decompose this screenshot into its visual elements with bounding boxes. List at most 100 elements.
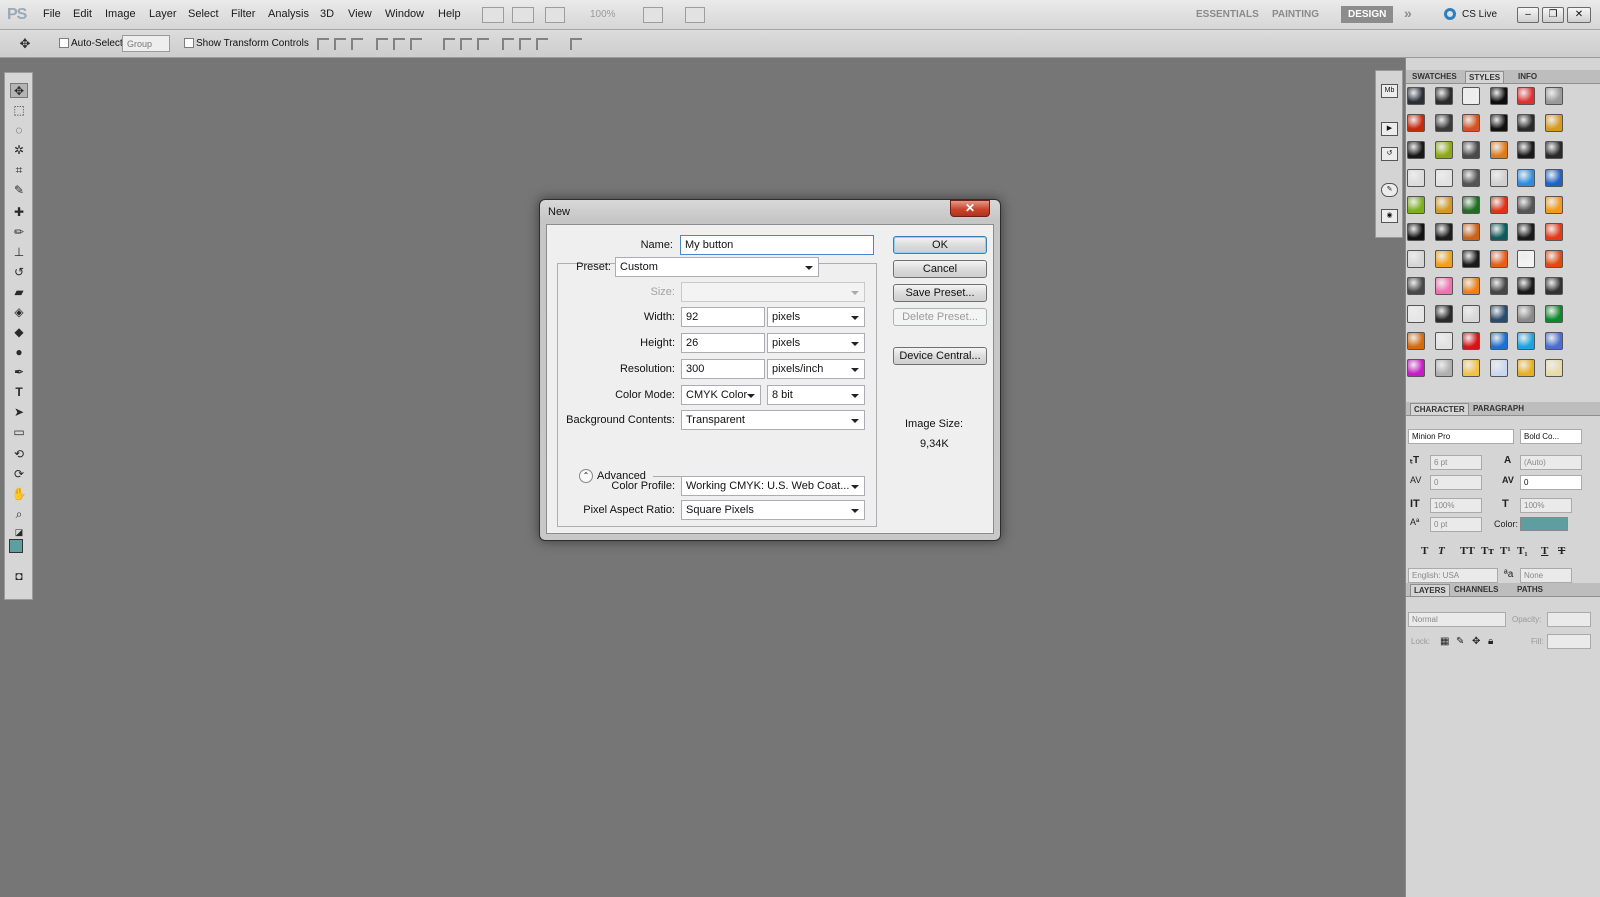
minimize-button[interactable]: – xyxy=(1517,7,1539,23)
horizontal-scale-field[interactable]: 100% xyxy=(1520,498,1572,513)
faux-italic-icon[interactable]: T xyxy=(1438,545,1445,557)
screen-mode-icon[interactable] xyxy=(685,7,705,23)
brush-presets-icon[interactable]: ✎ xyxy=(1381,183,1398,197)
style-swatch[interactable] xyxy=(1544,304,1563,323)
distribute-bottom-icon[interactable] xyxy=(477,38,489,50)
resolution-input[interactable]: 300 xyxy=(681,359,765,379)
view-extras-icon[interactable] xyxy=(545,7,565,23)
arrange-documents-icon[interactable] xyxy=(643,7,663,23)
menu-analysis[interactable]: Analysis xyxy=(268,8,309,20)
style-swatch[interactable] xyxy=(1462,277,1480,296)
height-input[interactable]: 26 xyxy=(681,333,765,353)
tracking-field[interactable]: 0 xyxy=(1520,475,1582,490)
style-swatch[interactable] xyxy=(1489,195,1508,214)
distribute-hcenter-icon[interactable] xyxy=(519,38,531,50)
style-swatch[interactable] xyxy=(1407,250,1425,269)
style-swatch[interactable] xyxy=(1544,168,1563,187)
lock-transparent-icon[interactable]: ▦ xyxy=(1440,636,1449,647)
tab-layers[interactable]: LAYERS xyxy=(1410,584,1450,596)
restore-button[interactable]: ❐ xyxy=(1542,7,1564,23)
style-swatch[interactable] xyxy=(1489,141,1508,160)
menu-layer[interactable]: Layer xyxy=(149,8,177,20)
tab-character[interactable]: CHARACTER xyxy=(1410,403,1469,415)
move-tool-icon[interactable]: ✥ xyxy=(10,83,28,98)
menu-image[interactable]: Image xyxy=(105,8,136,20)
more-workspaces-icon[interactable]: » xyxy=(1404,5,1412,21)
align-top-icon[interactable] xyxy=(317,38,329,50)
background-contents-select[interactable]: Transparent xyxy=(681,410,865,430)
distribute-left-icon[interactable] xyxy=(502,38,514,50)
quick-selection-tool-icon[interactable]: ✲ xyxy=(10,143,28,158)
style-swatch[interactable] xyxy=(1544,223,1563,241)
style-swatch[interactable] xyxy=(1489,87,1508,105)
style-swatch[interactable] xyxy=(1434,195,1453,214)
history-panel-icon[interactable]: ↺ xyxy=(1381,147,1398,161)
mini-bridge-panel-icon[interactable]: Mb xyxy=(1381,84,1398,98)
type-tool-icon[interactable]: T xyxy=(10,385,28,400)
workspace-painting[interactable]: PAINTING xyxy=(1272,9,1319,20)
menu-3d[interactable]: 3D xyxy=(320,8,334,20)
opacity-field[interactable] xyxy=(1547,612,1591,627)
3d-rotate-tool-icon[interactable]: ⟲ xyxy=(10,447,28,462)
menu-select[interactable]: Select xyxy=(188,8,219,20)
style-swatch[interactable] xyxy=(1517,359,1535,377)
launch-bridge-icon[interactable] xyxy=(482,7,504,23)
ok-button[interactable]: OK xyxy=(893,236,987,254)
style-swatch[interactable] xyxy=(1462,114,1480,133)
tab-paragraph[interactable]: PARAGRAPH xyxy=(1473,404,1524,413)
preset-select[interactable]: Custom xyxy=(615,257,819,277)
dodge-tool-icon[interactable]: ● xyxy=(10,345,28,360)
font-family-select[interactable]: Minion Pro xyxy=(1408,429,1514,444)
antialias-select[interactable]: None xyxy=(1520,568,1572,583)
text-color-swatch[interactable] xyxy=(1520,517,1568,531)
font-style-select[interactable]: Bold Co... xyxy=(1520,429,1582,444)
style-swatch[interactable] xyxy=(1544,331,1563,350)
auto-select-dropdown[interactable]: Group xyxy=(122,35,170,52)
menu-help[interactable]: Help xyxy=(438,8,461,20)
style-swatch[interactable] xyxy=(1517,141,1535,160)
align-left-icon[interactable] xyxy=(376,38,388,50)
auto-select-checkbox[interactable] xyxy=(59,38,69,48)
zoom-level[interactable]: 100% xyxy=(590,9,616,20)
style-swatch[interactable] xyxy=(1462,304,1480,323)
resolution-unit-select[interactable]: pixels/inch xyxy=(767,359,865,379)
subscript-icon[interactable]: T₁ xyxy=(1517,545,1528,557)
marquee-tool-icon[interactable]: ⬚ xyxy=(10,103,28,118)
align-hcenter-icon[interactable] xyxy=(393,38,405,50)
height-unit-select[interactable]: pixels xyxy=(767,333,865,353)
style-swatch[interactable] xyxy=(1517,304,1535,323)
style-swatch[interactable] xyxy=(1407,304,1425,323)
lasso-tool-icon[interactable]: ◌ xyxy=(10,123,28,138)
style-swatch[interactable] xyxy=(1517,87,1535,105)
move-tool-preset-icon[interactable]: ✥ xyxy=(16,36,34,51)
eraser-tool-icon[interactable]: ▰ xyxy=(10,285,28,300)
align-right-icon[interactable] xyxy=(410,38,422,50)
align-vcenter-icon[interactable] xyxy=(334,38,346,50)
style-swatch[interactable] xyxy=(1434,304,1453,323)
style-swatch[interactable] xyxy=(1489,114,1508,133)
crop-tool-icon[interactable]: ⌗ xyxy=(10,163,28,178)
style-swatch[interactable] xyxy=(1544,141,1563,160)
style-swatch[interactable] xyxy=(1489,304,1508,323)
workspace-design[interactable]: DESIGN xyxy=(1341,6,1394,23)
distribute-vcenter-icon[interactable] xyxy=(460,38,472,50)
rectangle-tool-icon[interactable]: ▭ xyxy=(10,425,28,440)
auto-align-layers-icon[interactable] xyxy=(570,38,582,50)
style-swatch[interactable] xyxy=(1407,195,1425,214)
style-swatch[interactable] xyxy=(1462,141,1480,160)
menu-view[interactable]: View xyxy=(348,8,372,20)
brush-tool-icon[interactable]: ✏ xyxy=(10,225,28,240)
distribute-top-icon[interactable] xyxy=(443,38,455,50)
menu-file[interactable]: File xyxy=(43,8,61,20)
paint-bucket-tool-icon[interactable]: ◈ xyxy=(10,305,28,320)
color-mode-select[interactable]: CMYK Color xyxy=(681,385,761,405)
mini-bridge-icon[interactable] xyxy=(512,7,534,23)
menu-edit[interactable]: Edit xyxy=(73,8,92,20)
style-swatch[interactable] xyxy=(1489,277,1508,296)
3d-orbit-tool-icon[interactable]: ⟳ xyxy=(10,467,28,482)
style-swatch[interactable] xyxy=(1407,168,1425,187)
style-swatch[interactable] xyxy=(1544,114,1563,133)
fill-field[interactable] xyxy=(1547,634,1591,649)
style-swatch[interactable] xyxy=(1462,223,1480,241)
kerning-field[interactable]: 0 xyxy=(1430,475,1482,490)
